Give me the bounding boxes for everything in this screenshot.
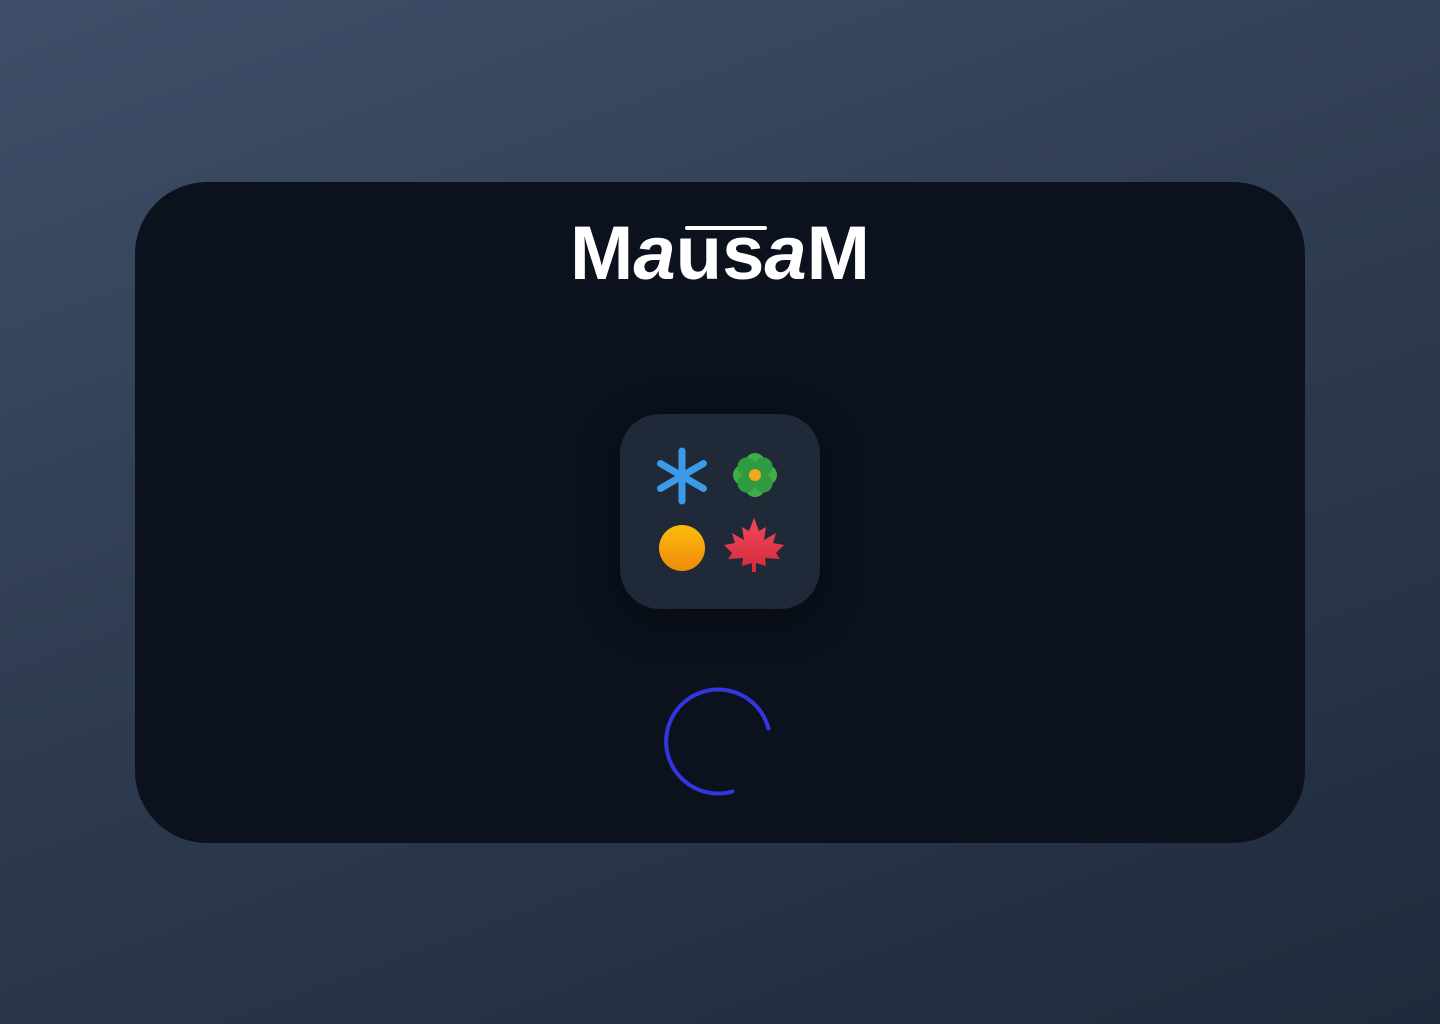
loading-spinner (664, 687, 771, 796)
app-icon (620, 414, 820, 609)
sun-icon (659, 525, 705, 571)
app-logo: Mausa M (135, 216, 1305, 292)
flower-icon (733, 453, 777, 497)
logo-letter-a: a (633, 211, 676, 296)
logo-letter-u: u (675, 211, 723, 296)
spinner-arc (664, 687, 771, 796)
seasons-icon-grid (657, 447, 784, 572)
logo-macron (685, 226, 768, 230)
snowflake-icon (657, 447, 707, 505)
logo-middle: ausa (633, 216, 806, 292)
maple-leaf-icon (724, 518, 784, 572)
logo-letter-m: M (570, 211, 634, 296)
logo-letter-s: s (722, 211, 765, 296)
logo-letter-a2: a (764, 211, 807, 296)
logo-letter-m2: M (806, 211, 870, 296)
splash-card: Mausa M (135, 182, 1305, 843)
